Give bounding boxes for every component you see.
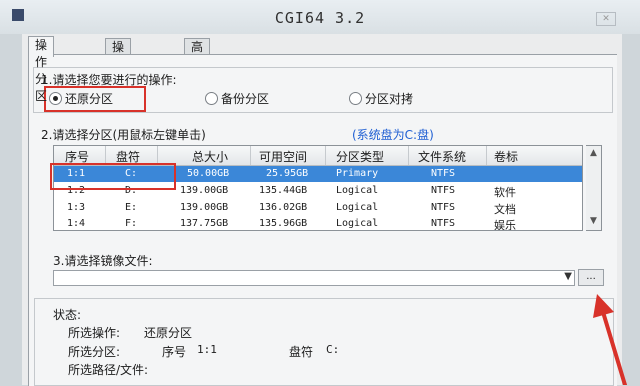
- status-path-label: 所选路径/文件:: [68, 363, 149, 377]
- cell-total: 137.75GB: [180, 218, 229, 229]
- status-drive-value: C:: [326, 343, 340, 356]
- cell-type: Logical: [336, 185, 379, 196]
- radio-backup[interactable]: [205, 92, 218, 105]
- radio-copy-label[interactable]: 分区对拷: [365, 90, 413, 107]
- close-icon[interactable]: ✕: [596, 12, 616, 26]
- status-heading: 状态:: [53, 308, 82, 322]
- col-divider[interactable]: [486, 146, 487, 165]
- status-op-label: 所选操作:: [68, 326, 121, 340]
- status-drive-label: 盘符: [289, 345, 314, 359]
- col-fs[interactable]: 文件系统: [418, 148, 466, 165]
- image-file-combo[interactable]: ▼: [53, 270, 575, 286]
- cell-label: 娱乐: [494, 219, 516, 231]
- status-no-value: 1:1: [197, 343, 217, 356]
- col-type[interactable]: 分区类型: [336, 148, 384, 165]
- cell-type: Logical: [336, 202, 379, 213]
- chevron-down-icon[interactable]: ▼: [564, 271, 572, 282]
- table-row[interactable]: 1:4 F: 137.75GB 135.96GB Logical NTFS 娱乐: [54, 216, 582, 231]
- cell-free: 136.02GB: [259, 202, 308, 213]
- cell-type: Logical: [336, 218, 379, 229]
- scroll-up-icon[interactable]: ▲: [588, 148, 599, 159]
- cell-free: 25.95GB: [266, 168, 309, 179]
- annotation-highlight-restore: [44, 86, 146, 112]
- annotation-highlight-row: [50, 163, 176, 190]
- col-divider[interactable]: [325, 146, 326, 165]
- cell-total: 50.00GB: [187, 168, 230, 179]
- col-label[interactable]: 卷标: [494, 148, 518, 165]
- main-window: 操作分区 操作硬盘 高 级 1.请选择您要进行的操作: 还原分区 备份分区 分区…: [22, 34, 622, 386]
- cell-total: 139.00GB: [180, 185, 229, 196]
- cell-fs: NTFS: [431, 168, 456, 179]
- cell-fs: NTFS: [431, 185, 456, 196]
- status-op-value: 还原分区: [144, 326, 193, 340]
- status-partition-label: 所选分区:: [68, 345, 121, 359]
- scroll-down-icon[interactable]: ▼: [588, 216, 599, 227]
- cell-drive: E:: [125, 202, 138, 213]
- cell-fs: NTFS: [431, 218, 456, 229]
- cell-label: 软件: [494, 186, 516, 199]
- window-title: CGI64 3.2: [274, 9, 366, 27]
- table-row[interactable]: 1:3 E: 139.00GB 136.02GB Logical NTFS 文档: [54, 200, 582, 216]
- cell-drive: F:: [125, 218, 138, 229]
- col-divider[interactable]: [250, 146, 251, 165]
- step2-label: 2.请选择分区(用鼠标左键单击): [41, 128, 206, 142]
- step3-label: 3.请选择镜像文件:: [53, 254, 153, 268]
- cell-free: 135.96GB: [259, 218, 308, 229]
- cell-no: 1:3: [67, 202, 86, 213]
- col-total[interactable]: 总大小: [192, 148, 228, 165]
- cell-no: 1:4: [67, 218, 86, 229]
- cell-free: 135.44GB: [259, 185, 308, 196]
- browse-button[interactable]: ...: [578, 269, 604, 286]
- tab-partition[interactable]: 操作分区: [28, 36, 55, 103]
- table-scrollbar[interactable]: ▲ ▼: [586, 145, 602, 231]
- radio-copy[interactable]: [349, 92, 362, 105]
- col-free[interactable]: 可用空间: [259, 148, 307, 165]
- cell-label: 文档: [494, 203, 516, 216]
- col-divider[interactable]: [408, 146, 409, 165]
- system-disk-note: (系统盘为C:盘): [352, 128, 434, 142]
- title-bar: CGI64 3.2 ✕: [0, 0, 640, 34]
- radio-backup-label[interactable]: 备份分区: [221, 90, 269, 107]
- cell-fs: NTFS: [431, 202, 456, 213]
- cell-type: Primary: [336, 168, 379, 179]
- cell-total: 139.00GB: [180, 202, 229, 213]
- status-no-label: 序号: [162, 345, 187, 359]
